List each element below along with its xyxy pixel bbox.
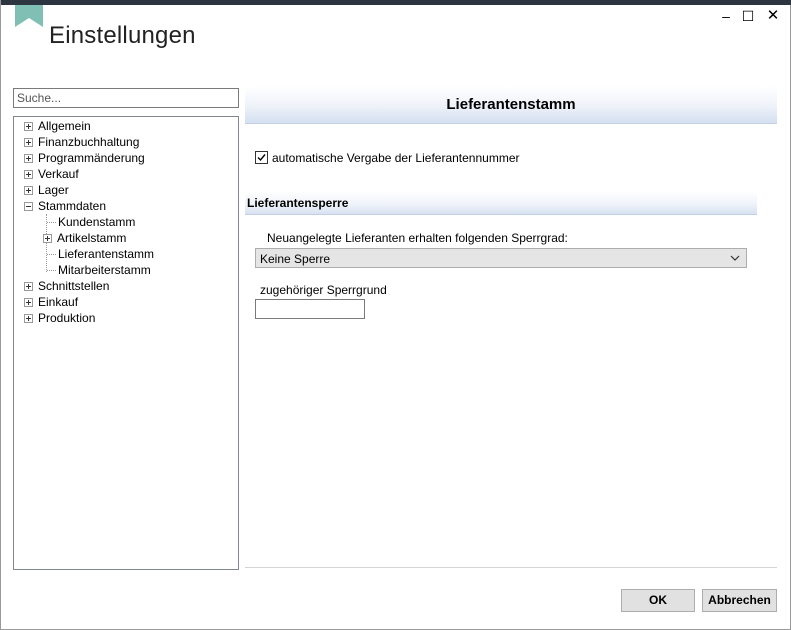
window-title: Einstellungen xyxy=(49,22,196,49)
tree-item-label: Finanzbuchhaltung xyxy=(38,135,140,149)
sperrgrad-value: Keine Sperre xyxy=(260,252,331,266)
sperrgrad-label: Neuangelegte Lieferanten erhalten folgen… xyxy=(267,231,568,245)
tree-connector-line xyxy=(47,270,56,271)
expand-icon[interactable] xyxy=(24,154,33,163)
sperrgrund-label: zugehöriger Sperrgrund xyxy=(260,283,387,297)
expand-icon[interactable] xyxy=(24,298,33,307)
auto-number-label[interactable]: automatische Vergabe der Lieferantennumm… xyxy=(272,151,519,165)
minimize-button[interactable]: – xyxy=(718,8,734,24)
tree-item-label: Lager xyxy=(38,183,69,197)
checkmark-icon xyxy=(257,154,266,162)
maximize-button[interactable]: ☐ xyxy=(740,8,756,24)
tree-item-label: Einkauf xyxy=(38,295,79,309)
expand-icon[interactable] xyxy=(43,234,52,243)
panel-header: Lieferantenstamm xyxy=(245,86,777,124)
expand-icon[interactable] xyxy=(24,314,33,323)
ok-button[interactable]: OK xyxy=(621,589,695,612)
auto-number-checkbox[interactable] xyxy=(255,151,268,164)
expand-icon[interactable] xyxy=(24,282,33,291)
tree-connector-line xyxy=(47,222,56,223)
section-title: Lieferantensperre xyxy=(247,196,349,210)
sperrgrad-select[interactable]: Keine Sperre xyxy=(255,248,747,268)
tree-item-label: Programmänderung xyxy=(38,151,145,165)
tree-item-label: Artikelstamm xyxy=(57,231,127,245)
tree-item-label: Stammdaten xyxy=(38,199,107,213)
expand-icon[interactable] xyxy=(24,170,33,179)
tree-item-label: Mitarbeiterstamm xyxy=(58,263,151,277)
panel-title: Lieferantenstamm xyxy=(446,96,576,113)
window-top-border xyxy=(1,0,791,5)
tree-item-label: Lieferantenstamm xyxy=(58,247,155,261)
search-input[interactable] xyxy=(13,88,239,108)
settings-window: Einstellungen – ☐ ✕ Allgemein Finanzbuch… xyxy=(0,0,791,630)
close-button[interactable]: ✕ xyxy=(765,8,781,24)
tree-item-label: Produktion xyxy=(38,311,96,325)
tree-item-label: Verkauf xyxy=(38,167,79,181)
section-header-lieferantensperre: Lieferantensperre xyxy=(245,191,757,215)
footer-separator xyxy=(245,567,777,569)
cancel-button[interactable]: Abbrechen xyxy=(702,589,777,612)
expand-icon[interactable] xyxy=(24,138,33,147)
tree-item-label: Schnittstellen xyxy=(38,279,110,293)
tree-item-label: Allgemein xyxy=(38,119,91,133)
expand-icon[interactable] xyxy=(24,186,33,195)
bookmark-icon xyxy=(15,5,43,27)
tree-connector-line xyxy=(47,254,56,255)
tree-item-label: Kundenstamm xyxy=(58,215,136,229)
chevron-down-icon xyxy=(730,255,740,261)
sperrgrund-input[interactable] xyxy=(255,299,365,319)
expand-icon[interactable] xyxy=(24,122,33,131)
collapse-icon[interactable] xyxy=(24,202,33,211)
settings-tree: Allgemein Finanzbuchhaltung Programmände… xyxy=(13,116,239,570)
